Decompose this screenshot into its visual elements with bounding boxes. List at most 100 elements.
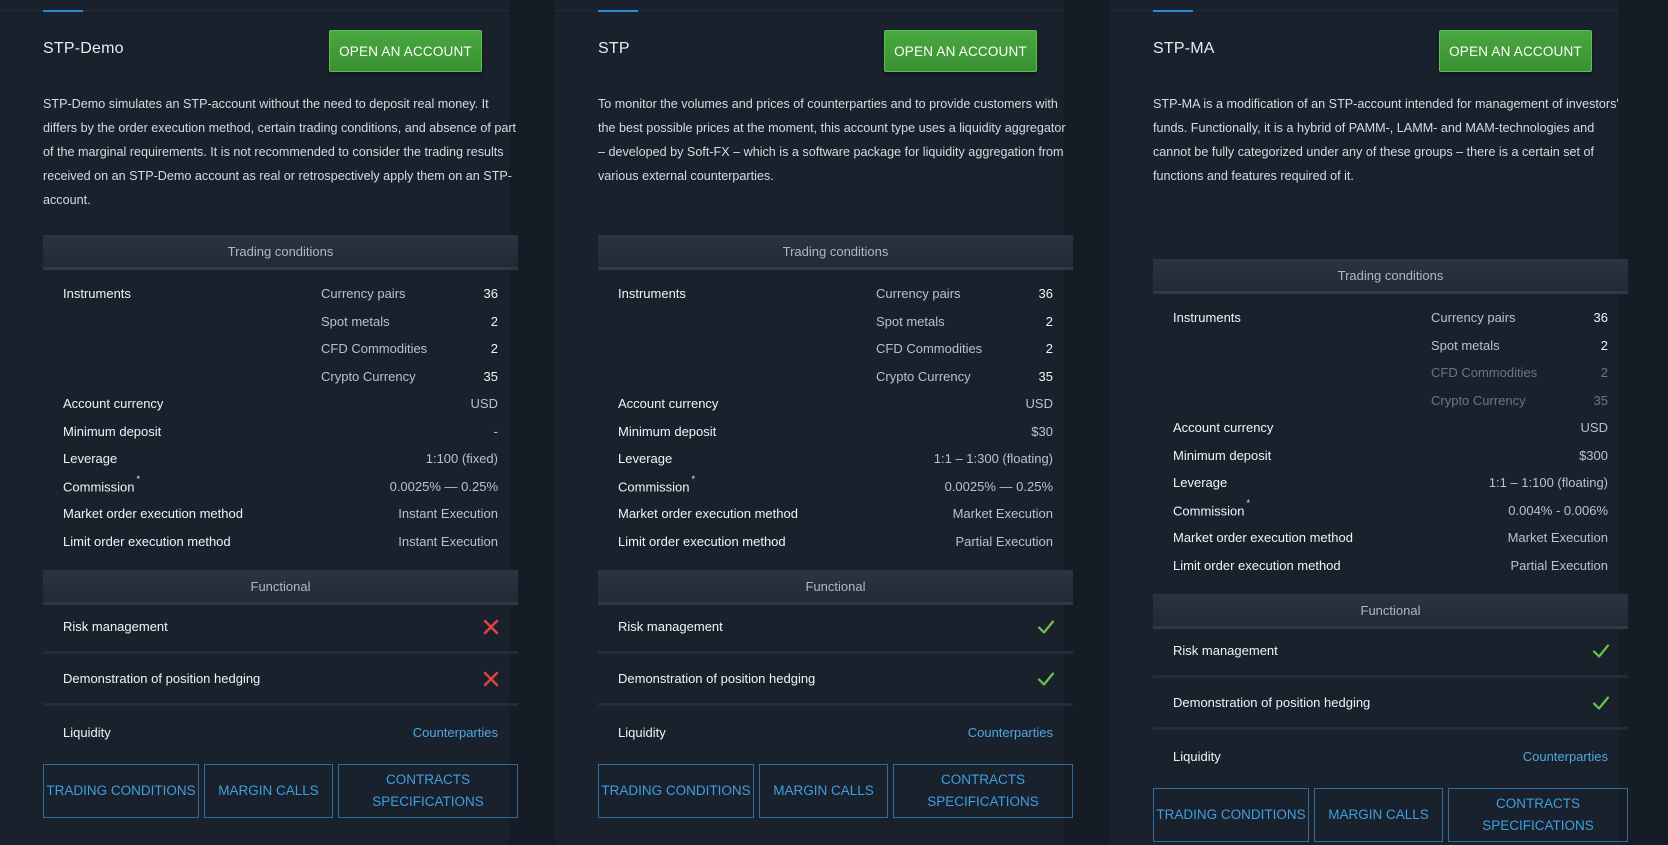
- card-description: STP-Demo simulates an STP-account withou…: [43, 97, 517, 207]
- functional-header: Functional: [43, 570, 518, 605]
- instrument-row: Instruments Currency pairs 36: [1153, 304, 1628, 332]
- instrument-row: Crypto Currency 35: [598, 363, 1073, 391]
- minimum-deposit-row: Minimum deposit -: [63, 423, 498, 439]
- instrument-row: Spot metals 2: [1153, 332, 1628, 360]
- trading-conditions-button[interactable]: TRADING CONDITIONS: [43, 764, 199, 818]
- card-accent-bar: [598, 10, 638, 12]
- card-title: STP-Demo: [43, 40, 124, 57]
- risk-management-row: Risk management: [43, 602, 518, 654]
- trading-conditions-table: Instruments Currency pairs 36 Spot metal…: [1153, 304, 1628, 579]
- card-accent-bar: [1153, 10, 1193, 12]
- instrument-count: 2: [1045, 313, 1053, 329]
- instrument-count: 35: [483, 368, 498, 384]
- instrument-name: CFD Commodities: [321, 341, 428, 357]
- account-card-stp-demo: STP-Demo OPEN AN ACCOUNT STP-Demo simula…: [0, 0, 518, 845]
- counterparties-link[interactable]: Counterparties: [968, 725, 1053, 740]
- market-execution-row: Market order execution method Market Exe…: [618, 506, 1053, 522]
- functional-header: Functional: [1153, 594, 1628, 629]
- open-account-button[interactable]: OPEN AN ACCOUNT: [884, 30, 1037, 72]
- trading-conditions-table: Instruments Currency pairs 36 Spot metal…: [43, 280, 518, 555]
- instrument-count: 36: [1038, 286, 1053, 302]
- instrument-name: CFD Commodities: [1431, 365, 1538, 381]
- instrument-row: CFD Commodities 2: [598, 335, 1073, 363]
- instrument-count: 2: [490, 313, 498, 329]
- risk-management-row: Risk management: [598, 602, 1073, 654]
- instrument-count: 2: [1045, 341, 1053, 357]
- contracts-specifications-button[interactable]: CONTRACTS SPECIFICATIONS: [893, 764, 1073, 818]
- cross-icon: [483, 619, 499, 634]
- minimum-deposit-row: Minimum deposit $30: [618, 423, 1053, 439]
- instrument-name: Spot metals: [876, 313, 945, 329]
- margin-calls-button[interactable]: MARGIN CALLS: [204, 764, 333, 818]
- commission-row: Commission* 0.004% - 0.006%: [1173, 498, 1608, 519]
- instrument-name: Spot metals: [321, 313, 390, 329]
- instruments-label: Instruments: [63, 286, 131, 302]
- instrument-row: Instruments Currency pairs 36: [598, 280, 1073, 308]
- check-icon: [1592, 643, 1610, 658]
- hedging-row: Demonstration of position hedging: [598, 654, 1073, 706]
- limit-execution-row: Limit order execution method Partial Exe…: [618, 533, 1053, 549]
- check-icon: [1592, 695, 1610, 710]
- commission-row: Commission* 0.0025% — 0.25%: [618, 474, 1053, 495]
- open-account-button[interactable]: OPEN AN ACCOUNT: [1439, 30, 1592, 72]
- leverage-row: Leverage 1:1 – 1:100 (floating): [1173, 475, 1608, 491]
- instrument-row: Crypto Currency 35: [43, 363, 518, 391]
- liquidity-row: Liquidity Counterparties: [618, 724, 1053, 740]
- commission-row: Commission* 0.0025% — 0.25%: [63, 474, 498, 495]
- instrument-count: 36: [1593, 310, 1608, 326]
- instrument-row: Crypto Currency 35: [1153, 387, 1628, 415]
- liquidity-row: Liquidity Counterparties: [63, 724, 498, 740]
- instrument-count: 2: [1600, 337, 1608, 353]
- account-currency-row: Account currency USD: [618, 396, 1053, 412]
- functional-header: Functional: [598, 570, 1073, 605]
- trading-conditions-header: Trading conditions: [1153, 259, 1628, 294]
- trading-conditions-button[interactable]: TRADING CONDITIONS: [598, 764, 754, 818]
- check-icon: [1037, 671, 1055, 686]
- instrument-count: 2: [490, 341, 498, 357]
- risk-management-row: Risk management: [1153, 626, 1628, 678]
- check-icon: [1037, 619, 1055, 634]
- liquidity-row: Liquidity Counterparties: [1173, 748, 1608, 764]
- market-execution-row: Market order execution method Market Exe…: [1173, 530, 1608, 546]
- limit-execution-row: Limit order execution method Partial Exe…: [1173, 557, 1608, 573]
- instrument-row: Spot metals 2: [598, 308, 1073, 336]
- instrument-count: 35: [1593, 392, 1608, 408]
- footnote-marker: *: [691, 474, 696, 485]
- card-description: STP-MA is a modification of an STP-accou…: [1153, 97, 1619, 183]
- card-accent-bar: [43, 10, 83, 12]
- instrument-row: CFD Commodities 2: [43, 335, 518, 363]
- account-card-stp-ma: STP-MA OPEN AN ACCOUNT STP-MA is a modif…: [1110, 0, 1628, 845]
- card-title: STP: [598, 40, 630, 57]
- contracts-specifications-button[interactable]: CONTRACTS SPECIFICATIONS: [1448, 788, 1628, 842]
- instruments-label: Instruments: [618, 286, 686, 302]
- margin-calls-button[interactable]: MARGIN CALLS: [759, 764, 888, 818]
- instrument-row: Instruments Currency pairs 36: [43, 280, 518, 308]
- instrument-count: 35: [1038, 368, 1053, 384]
- trading-conditions-button[interactable]: TRADING CONDITIONS: [1153, 788, 1309, 842]
- instrument-name: Currency pairs: [1431, 310, 1516, 326]
- hedging-row: Demonstration of position hedging: [43, 654, 518, 706]
- instrument-name: CFD Commodities: [876, 341, 983, 357]
- counterparties-link[interactable]: Counterparties: [1523, 749, 1608, 764]
- open-account-button[interactable]: OPEN AN ACCOUNT: [329, 30, 482, 72]
- footnote-marker: *: [1246, 498, 1251, 509]
- footnote-marker: *: [136, 474, 141, 485]
- leverage-row: Leverage 1:100 (fixed): [63, 451, 498, 467]
- account-currency-row: Account currency USD: [63, 396, 498, 412]
- trading-conditions-table: Instruments Currency pairs 36 Spot metal…: [598, 280, 1073, 555]
- instruments-label: Instruments: [1173, 310, 1241, 326]
- margin-calls-button[interactable]: MARGIN CALLS: [1314, 788, 1443, 842]
- leverage-row: Leverage 1:1 – 1:300 (floating): [618, 451, 1053, 467]
- instrument-count: 2: [1600, 365, 1608, 381]
- instrument-name: Currency pairs: [876, 286, 961, 302]
- card-description: To monitor the volumes and prices of cou…: [598, 97, 1066, 183]
- instrument-name: Spot metals: [1431, 337, 1500, 353]
- account-card-stp: STP OPEN AN ACCOUNT To monitor the volum…: [555, 0, 1073, 845]
- minimum-deposit-row: Minimum deposit $300: [1173, 447, 1608, 463]
- trading-conditions-header: Trading conditions: [598, 235, 1073, 270]
- instrument-row: Spot metals 2: [43, 308, 518, 336]
- contracts-specifications-button[interactable]: CONTRACTS SPECIFICATIONS: [338, 764, 518, 818]
- counterparties-link[interactable]: Counterparties: [413, 725, 498, 740]
- instrument-row: CFD Commodities 2: [1153, 359, 1628, 387]
- instrument-name: Crypto Currency: [876, 368, 971, 384]
